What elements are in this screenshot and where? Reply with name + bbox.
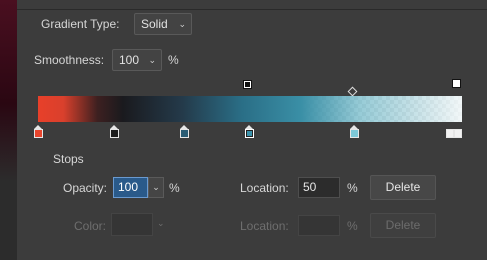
gradient-type-label: Gradient Type: — [41, 17, 120, 31]
color-label: Color: — [74, 219, 107, 233]
color-stop-icon[interactable] — [110, 125, 119, 138]
chevron-down-icon: ⌄ — [157, 218, 165, 228]
gradient-type-dropdown[interactable]: Solid ⌄ — [134, 13, 192, 35]
stop-swatch — [245, 129, 254, 138]
location-input[interactable]: 50 — [298, 177, 340, 198]
background-edge — [0, 0, 17, 260]
stop-swatch — [110, 129, 119, 138]
stops-title: Stops — [53, 152, 84, 166]
color-delete-button[interactable]: Delete — [370, 213, 436, 238]
opacity-input[interactable]: 100 — [113, 177, 148, 198]
color-stop-icon[interactable] — [180, 125, 189, 138]
color-swatch[interactable] — [111, 213, 153, 236]
smoothness-value: 100 — [119, 53, 140, 67]
color-location-unit: % — [347, 219, 358, 233]
delete-button[interactable]: Delete — [370, 175, 436, 200]
smoothness-unit: % — [168, 53, 179, 67]
gradient-type-value: Solid — [141, 17, 168, 31]
color-stop-icon[interactable] — [34, 125, 43, 138]
chevron-down-icon: ⌄ — [148, 55, 156, 65]
stop-swatch — [446, 129, 454, 138]
smoothness-label: Smoothness: — [34, 53, 105, 67]
chevron-down-icon[interactable]: ⌄ — [148, 177, 164, 198]
opacity-unit: % — [169, 181, 180, 195]
stop-swatch — [34, 129, 43, 138]
color-location-input[interactable] — [298, 215, 340, 236]
color-location-label: Location: — [240, 219, 289, 233]
stop-swatch — [180, 129, 189, 138]
color-stop-icon[interactable] — [350, 125, 359, 138]
location-unit: % — [347, 181, 358, 195]
location-label: Location: — [240, 181, 289, 195]
opacity-label: Opacity: — [63, 181, 108, 195]
smoothness-dropdown[interactable]: 100 ⌄ — [112, 49, 162, 71]
stop-swatch — [350, 129, 359, 138]
stop-swatch — [454, 129, 462, 138]
chevron-down-icon: ⌄ — [178, 19, 186, 29]
opacity-stop-icon[interactable] — [243, 80, 252, 89]
color-stop-icon[interactable] — [446, 125, 462, 138]
gradient-bar[interactable] — [38, 96, 462, 122]
color-stop-icon[interactable] — [245, 125, 254, 138]
opacity-stop-icon[interactable] — [452, 79, 461, 88]
divider — [17, 9, 487, 10]
